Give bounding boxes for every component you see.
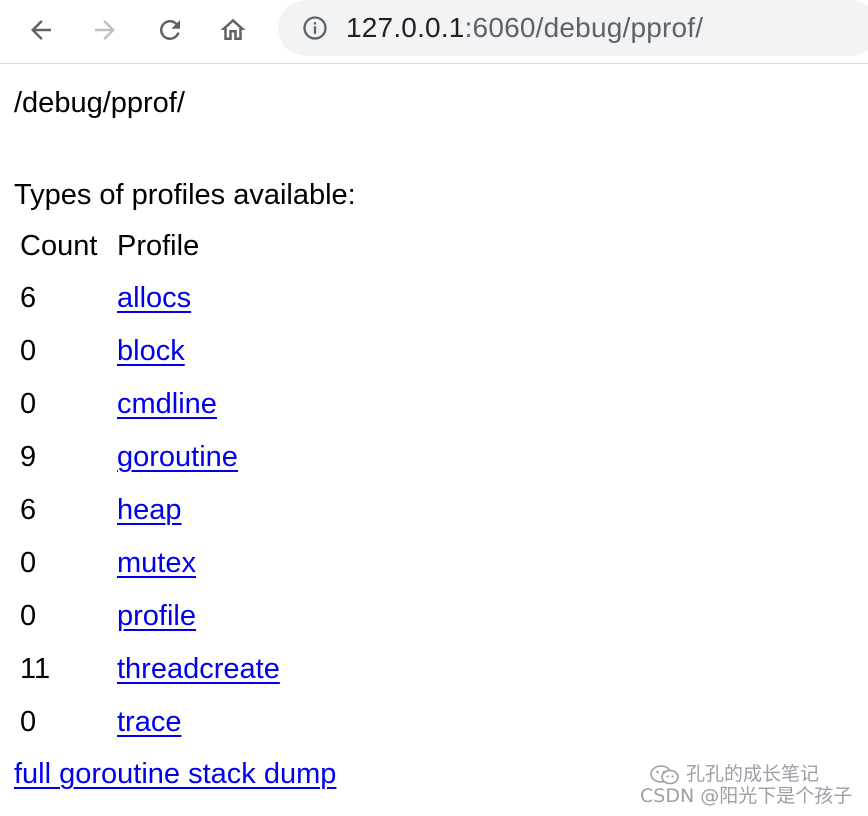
profile-count: 0 — [20, 706, 37, 738]
table-row: 0 trace — [14, 708, 414, 744]
address-bar[interactable]: 127.0.0.1:6060/debug/pprof/ — [278, 0, 868, 56]
url-text[interactable]: 127.0.0.1:6060/debug/pprof/ — [346, 12, 703, 44]
home-button[interactable] — [211, 8, 255, 52]
profile-count: 6 — [20, 494, 37, 526]
profile-link-threadcreate[interactable]: threadcreate — [117, 655, 280, 684]
table-row: 0 cmdline — [14, 390, 414, 426]
reload-button[interactable] — [148, 8, 192, 52]
table-row: 6 heap — [14, 496, 414, 532]
url-path: :6060/debug/pprof/ — [464, 12, 704, 43]
profile-count: 11 — [20, 653, 51, 685]
profile-link-trace[interactable]: trace — [117, 708, 181, 737]
goroutine-dump-link[interactable]: full goroutine stack dump — [14, 760, 336, 789]
column-header-profile: Profile — [117, 230, 200, 262]
watermark-line-1: 孔孔的成长笔记 — [648, 763, 852, 786]
table-row: 0 mutex — [14, 549, 414, 585]
home-icon — [220, 18, 246, 40]
profile-count: 0 — [20, 547, 37, 579]
page-title: /debug/pprof/ — [14, 87, 185, 119]
profile-link-goroutine[interactable]: goroutine — [117, 443, 238, 472]
watermark-csdn: CSDN @阳光下是个孩子 — [640, 785, 853, 807]
profile-link-heap[interactable]: heap — [117, 496, 182, 525]
url-host: 127.0.0.1 — [346, 12, 465, 43]
watermark: 孔孔的成长笔记 CSDN @阳光下是个孩子 — [640, 763, 852, 808]
profile-count: 0 — [20, 335, 37, 367]
watermark-wechat-account: 孔孔的成长笔记 — [686, 763, 820, 786]
profile-count: 6 — [20, 282, 37, 314]
column-header-count: Count — [20, 230, 98, 262]
profile-link-mutex[interactable]: mutex — [117, 549, 196, 578]
profile-count: 0 — [20, 600, 37, 632]
profile-link-profile[interactable]: profile — [117, 602, 196, 631]
browser-toolbar: 127.0.0.1:6060/debug/pprof/ — [0, 0, 868, 64]
table-row: 11 threadcreate — [14, 655, 414, 691]
arrow-right-icon — [95, 20, 115, 40]
profile-count: 0 — [20, 388, 37, 420]
forward-button[interactable] — [83, 8, 127, 52]
info-icon[interactable] — [300, 13, 330, 43]
profile-link-allocs[interactable]: allocs — [117, 284, 191, 313]
table-row: 6 allocs — [14, 284, 414, 320]
wechat-icon — [650, 765, 679, 785]
profile-link-cmdline[interactable]: cmdline — [117, 390, 217, 419]
table-row: 0 profile — [14, 602, 414, 638]
table-row: 0 block — [14, 337, 414, 373]
reload-icon — [159, 19, 180, 40]
back-button[interactable] — [19, 8, 63, 52]
table-row: 9 goroutine — [14, 443, 414, 479]
profile-count: 9 — [20, 441, 37, 473]
arrow-left-icon — [31, 20, 51, 40]
profiles-heading: Types of profiles available: — [14, 179, 356, 211]
profile-link-block[interactable]: block — [117, 337, 185, 366]
